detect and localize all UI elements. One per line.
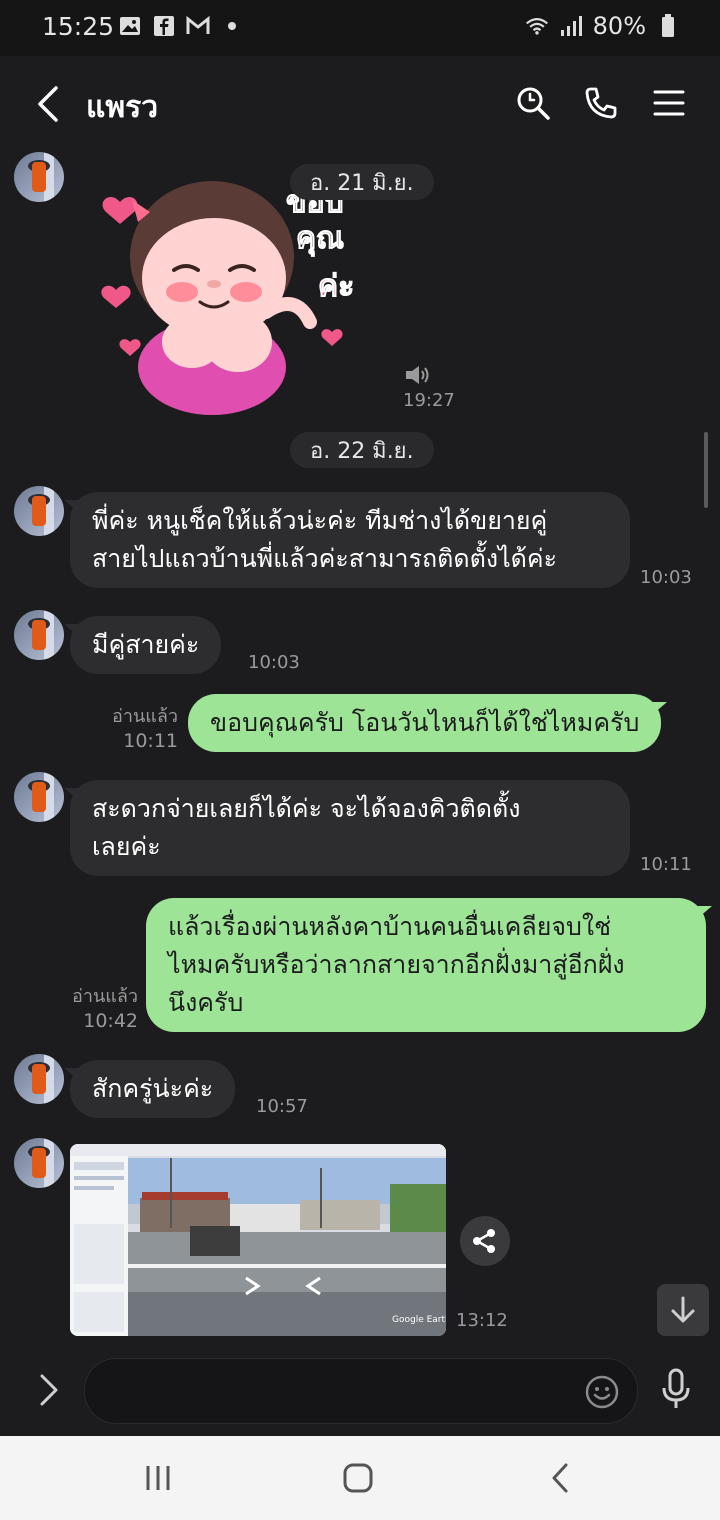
- nav-back-icon[interactable]: [538, 1456, 582, 1500]
- phone-icon[interactable]: [580, 82, 622, 124]
- avatar[interactable]: [14, 1138, 64, 1188]
- battery-percent: 80%: [592, 12, 646, 40]
- incoming-message-bubble[interactable]: สะดวกจ่ายเลยก็ได้ค่ะ จะได้จองคิวติดตั้ง …: [64, 780, 630, 876]
- message-text: นึงครับ: [168, 988, 244, 1017]
- message-time: 10:03: [248, 652, 300, 673]
- scrollbar[interactable]: [704, 432, 708, 508]
- speaker-icon[interactable]: [404, 364, 430, 390]
- photo-message[interactable]: Google Earth: [70, 1144, 446, 1336]
- message-time: 19:27: [403, 390, 455, 411]
- message-time: 13:12: [456, 1310, 508, 1331]
- gmail-notification-icon: [186, 14, 210, 38]
- avatar[interactable]: [14, 486, 64, 536]
- message-time: 10:11: [640, 854, 692, 875]
- message-time: 10:57: [256, 1096, 308, 1117]
- message-time: 10:11: [123, 730, 178, 752]
- message-text: แล้วเรื่องผ่านหลังคาบ้านคนอื่นเคลียจบใช่: [168, 912, 612, 941]
- menu-icon[interactable]: [648, 82, 690, 124]
- wifi-icon: [525, 14, 549, 38]
- avatar[interactable]: [14, 1054, 64, 1104]
- message-input[interactable]: [84, 1358, 638, 1424]
- read-receipt: อ่านแล้ว: [112, 706, 178, 727]
- sticker-text-line3: ค่ะ: [318, 269, 354, 304]
- sticker-text-line2: คุณ: [296, 221, 344, 257]
- emoji-icon[interactable]: [584, 1374, 620, 1410]
- dot-icon: [220, 14, 244, 38]
- chevron-right-icon[interactable]: [34, 1372, 64, 1408]
- message-input-bar: [0, 1346, 720, 1436]
- message-text: ไหมครับหรือว่าลากสายจากอีกฝั่งมาสู่อีกฝั…: [168, 950, 625, 979]
- status-bar: 15:25 80%: [0, 0, 720, 56]
- search-icon[interactable]: [512, 82, 554, 124]
- outgoing-message-bubble[interactable]: ขอบคุณครับ โอนวันไหนก็ได้ใช่ไหมครับ: [188, 694, 668, 752]
- date-chip: อ. 21 มิ.ย.: [290, 164, 434, 200]
- avatar[interactable]: [14, 152, 64, 202]
- map-watermark: Google Earth: [392, 1315, 446, 1325]
- incoming-message-bubble[interactable]: มีคู่สายค่ะ: [63, 616, 222, 674]
- contact-name[interactable]: แพรว: [86, 84, 158, 131]
- share-button[interactable]: [460, 1216, 510, 1266]
- recent-apps-icon[interactable]: [136, 1456, 180, 1500]
- chat-header: แพรว: [0, 56, 720, 152]
- message-text: สะดวกจ่ายเลยก็ได้ค่ะ จะได้จองคิวติดตั้ง: [92, 794, 521, 823]
- arrow-down-icon: [671, 1296, 695, 1323]
- share-icon: [473, 1229, 495, 1253]
- message-text: มีคู่สายค่ะ: [92, 630, 200, 659]
- message-text: พี่ค่ะ หนูเช็คให้แล้วน่ะค่ะ ทีมช่างได้ขย…: [92, 506, 548, 535]
- system-navigation-bar: [0, 1436, 720, 1520]
- home-icon[interactable]: [336, 1456, 380, 1500]
- outgoing-message-bubble[interactable]: แล้วเรื่องผ่านหลังคาบ้านคนอื่นเคลียจบใช่…: [146, 898, 712, 1032]
- facebook-notification-icon: [152, 14, 176, 38]
- read-receipt: อ่านแล้ว: [72, 986, 138, 1007]
- gallery-notification-icon: [118, 14, 142, 38]
- scroll-down-button[interactable]: [657, 1284, 709, 1336]
- incoming-message-bubble[interactable]: พี่ค่ะ หนูเช็คให้แล้วน่ะค่ะ ทีมช่างได้ขย…: [64, 492, 630, 588]
- message-text: เลยค่ะ: [92, 832, 161, 861]
- chat-area[interactable]: ขอบ คุณ ค่ะ อ. 21 มิ.ย. 19:27 อ. 22 มิ.ย…: [0, 152, 720, 1346]
- signal-icon: [559, 14, 583, 38]
- mic-icon[interactable]: [660, 1368, 692, 1412]
- sticker[interactable]: ขอบ คุณ ค่ะ: [96, 172, 366, 422]
- incoming-message-bubble[interactable]: สักครู่น่ะค่ะ: [63, 1060, 236, 1118]
- back-arrow-icon[interactable]: [30, 82, 70, 126]
- status-time: 15:25: [42, 12, 115, 41]
- message-text: สายไปแถวบ้านพี่แล้วค่ะสามารถติดตั้งได้ค่…: [92, 544, 558, 573]
- message-text: ขอบคุณครับ โอนวันไหนก็ได้ใช่ไหมครับ: [210, 708, 640, 737]
- message-text: สักครู่น่ะค่ะ: [92, 1074, 214, 1103]
- date-chip: อ. 22 มิ.ย.: [290, 432, 434, 468]
- battery-icon: [656, 14, 680, 38]
- message-time: 10:42: [83, 1010, 138, 1032]
- message-time: 10:03: [640, 567, 692, 588]
- avatar[interactable]: [14, 610, 64, 660]
- avatar[interactable]: [14, 772, 64, 822]
